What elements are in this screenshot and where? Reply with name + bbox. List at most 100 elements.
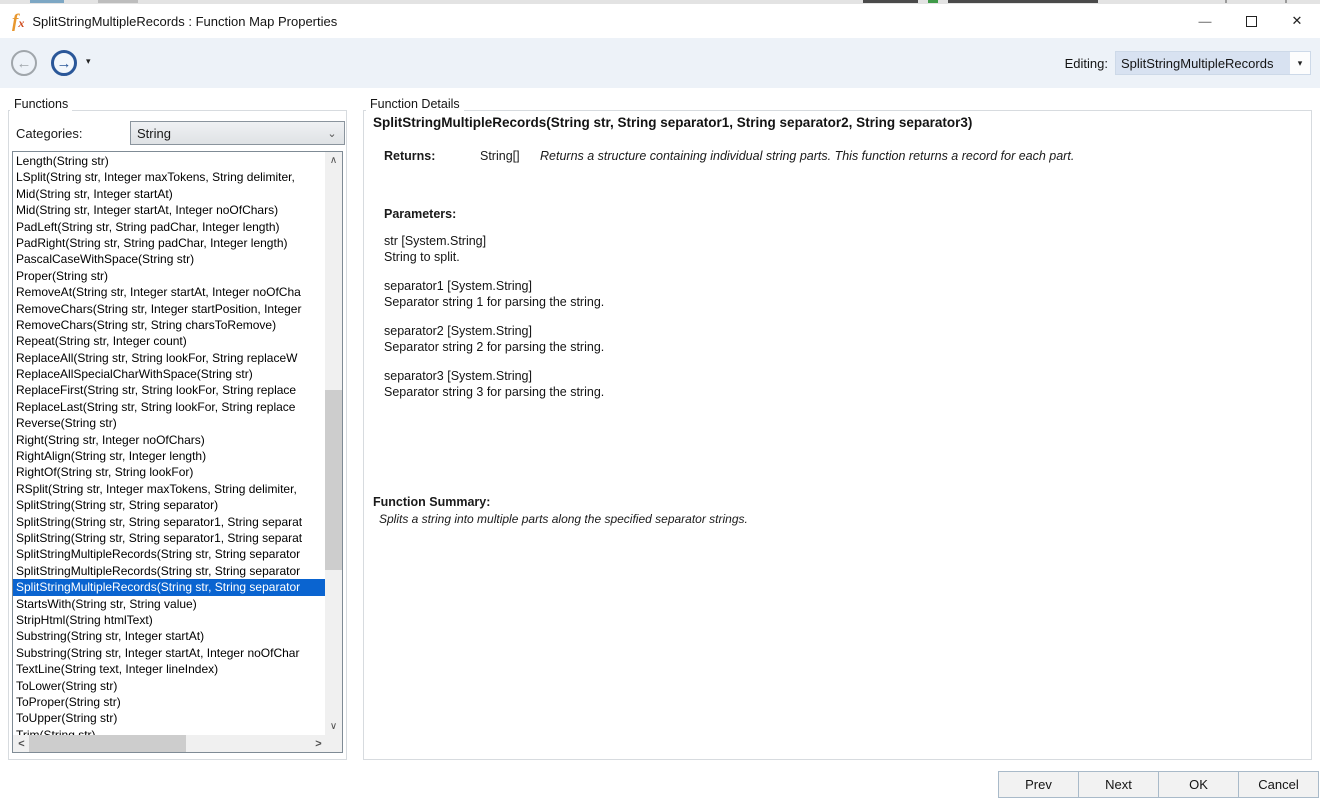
list-item[interactable]: LSplit(String str, Integer maxTokens, St… bbox=[13, 169, 325, 185]
function-summary-text: Splits a string into multiple parts alon… bbox=[379, 512, 748, 526]
maximize-button[interactable] bbox=[1228, 4, 1274, 38]
forward-dropdown-caret[interactable]: ▾ bbox=[86, 56, 91, 67]
horizontal-scrollbar[interactable]: < > bbox=[13, 735, 327, 752]
list-item[interactable]: Substring(String str, Integer startAt) bbox=[13, 628, 325, 644]
maximize-icon bbox=[1245, 15, 1257, 27]
list-item[interactable]: RSplit(String str, Integer maxTokens, St… bbox=[13, 481, 325, 497]
list-item[interactable]: SplitStringMultipleRecords(String str, S… bbox=[13, 563, 325, 579]
scroll-down-icon[interactable]: ∨ bbox=[325, 718, 342, 735]
parameter-description: Separator string 1 for parsing the strin… bbox=[384, 295, 605, 309]
function-list: Length(String str) LSplit(String str, Int… bbox=[13, 152, 325, 735]
scroll-up-icon[interactable]: ∧ bbox=[325, 152, 342, 169]
parameters-label: Parameters: bbox=[384, 207, 457, 221]
function-signature: SplitStringMultipleRecords(String str, S… bbox=[373, 115, 973, 130]
categories-label: Categories: bbox=[16, 126, 83, 141]
scrollbar-corner bbox=[325, 735, 342, 752]
list-item[interactable]: SplitStringMultipleRecords(String str, S… bbox=[13, 579, 325, 596]
list-item[interactable]: PadLeft(String str, String padChar, Inte… bbox=[13, 219, 325, 235]
list-item[interactable]: ReplaceAll(String str, String lookFor, S… bbox=[13, 350, 325, 366]
background-window-fragment bbox=[928, 0, 938, 3]
parameter-block: separator3 [System.String] Separator stri… bbox=[384, 368, 604, 400]
returns-description: Returns a structure containing individua… bbox=[540, 149, 1075, 163]
list-item[interactable]: PascalCaseWithSpace(String str) bbox=[13, 251, 325, 267]
list-item[interactable]: RightAlign(String str, Integer length) bbox=[13, 448, 325, 464]
list-item[interactable]: Reverse(String str) bbox=[13, 415, 325, 431]
list-item[interactable]: StripHtml(String htmlText) bbox=[13, 612, 325, 628]
scroll-left-icon[interactable]: < bbox=[13, 735, 30, 752]
background-window-fragment bbox=[98, 0, 138, 3]
minimize-icon: — bbox=[1198, 13, 1212, 29]
horizontal-scrollbar-thumb[interactable] bbox=[29, 735, 186, 752]
editing-function-dropdown[interactable]: SplitStringMultipleRecords ▾ bbox=[1115, 51, 1311, 75]
list-item[interactable]: Proper(String str) bbox=[13, 268, 325, 284]
categories-dropdown[interactable]: String ⌄ bbox=[130, 121, 345, 145]
next-button[interactable]: Next bbox=[1078, 771, 1159, 798]
list-item[interactable]: SplitString(String str, String separator… bbox=[13, 514, 325, 530]
function-listbox: Length(String str) LSplit(String str, Int… bbox=[12, 151, 343, 753]
function-details-group-label: Function Details bbox=[366, 97, 464, 111]
list-item[interactable]: SplitStringMultipleRecords(String str, S… bbox=[13, 546, 325, 562]
parameter-description: Separator string 2 for parsing the strin… bbox=[384, 340, 605, 354]
list-item[interactable]: Substring(String str, Integer startAt, I… bbox=[13, 645, 325, 661]
forward-button[interactable]: → bbox=[51, 50, 77, 76]
forward-arrow-icon: → bbox=[56, 54, 72, 72]
footer-button-bar: Prev Next OK Cancel bbox=[998, 771, 1319, 798]
list-item[interactable]: SplitString(String str, String separator… bbox=[13, 530, 325, 546]
background-window-fragment bbox=[1225, 0, 1227, 3]
list-item[interactable]: ReplaceAllSpecialCharWithSpace(String st… bbox=[13, 366, 325, 382]
close-icon: ✕ bbox=[1291, 13, 1303, 28]
list-item[interactable]: Trim(String str) bbox=[13, 727, 325, 735]
background-window-fragment bbox=[863, 0, 918, 3]
background-window-fragment bbox=[30, 0, 64, 3]
list-item[interactable]: ReplaceLast(String str, String lookFor, … bbox=[13, 399, 325, 415]
parameter-description: Separator string 3 for parsing the strin… bbox=[384, 385, 605, 399]
back-button[interactable]: ← bbox=[11, 50, 37, 76]
categories-value: String bbox=[137, 125, 171, 141]
close-button[interactable]: ✕ bbox=[1274, 4, 1320, 38]
fx-function-icon: fx bbox=[12, 10, 25, 32]
chevron-down-icon[interactable]: ▾ bbox=[1290, 52, 1310, 74]
list-item[interactable]: TextLine(String text, Integer lineIndex) bbox=[13, 661, 325, 677]
title-bar: fx SplitStringMultipleRecords : Function… bbox=[0, 4, 1320, 38]
list-item[interactable]: SplitString(String str, String separator… bbox=[13, 497, 325, 513]
vertical-scrollbar-thumb[interactable] bbox=[325, 390, 342, 570]
list-item[interactable]: ReplaceFirst(String str, String lookFor,… bbox=[13, 382, 325, 398]
toolbar: ← → ▾ Editing: SplitStringMultipleRecord… bbox=[0, 38, 1320, 88]
list-item[interactable]: Repeat(String str, Integer count) bbox=[13, 333, 325, 349]
parameter-block: separator2 [System.String] Separator stri… bbox=[384, 323, 604, 355]
list-item[interactable]: Mid(String str, Integer startAt, Integer… bbox=[13, 202, 325, 218]
parameter-block: separator1 [System.String] Separator stri… bbox=[384, 278, 604, 310]
window-controls: — ✕ bbox=[1182, 4, 1320, 38]
returns-type: String[] bbox=[480, 149, 520, 163]
list-item[interactable]: Mid(String str, Integer startAt) bbox=[13, 186, 325, 202]
list-item[interactable]: ToProper(String str) bbox=[13, 694, 325, 710]
prev-button[interactable]: Prev bbox=[998, 771, 1079, 798]
parameter-description: String to split. bbox=[384, 250, 460, 264]
list-item[interactable]: Length(String str) bbox=[13, 153, 325, 169]
list-item[interactable]: RemoveChars(String str, String charsToRe… bbox=[13, 317, 325, 333]
background-window-fragment bbox=[948, 0, 1098, 3]
list-item[interactable]: ToLower(String str) bbox=[13, 678, 325, 694]
vertical-scrollbar[interactable]: ∧ ∨ bbox=[325, 152, 342, 735]
list-item[interactable]: ToUpper(String str) bbox=[13, 710, 325, 726]
editing-label: Editing: bbox=[1064, 55, 1108, 71]
ok-button[interactable]: OK bbox=[1158, 771, 1239, 798]
list-item[interactable]: RemoveAt(String str, Integer startAt, In… bbox=[13, 284, 325, 300]
list-item[interactable]: Right(String str, Integer noOfChars) bbox=[13, 432, 325, 448]
function-summary-label: Function Summary: bbox=[373, 495, 491, 509]
list-item[interactable]: RightOf(String str, String lookFor) bbox=[13, 464, 325, 480]
function-details-groupbox: SplitStringMultipleRecords(String str, S… bbox=[363, 110, 1312, 760]
parameter-name: separator2 [System.String] bbox=[384, 324, 532, 338]
chevron-down-icon: ⌄ bbox=[327, 127, 337, 140]
parameter-name: separator1 [System.String] bbox=[384, 279, 532, 293]
parameter-block: str [System.String] String to split. bbox=[384, 233, 604, 265]
minimize-button[interactable]: — bbox=[1182, 4, 1228, 38]
list-item[interactable]: PadRight(String str, String padChar, Int… bbox=[13, 235, 325, 251]
background-window-fragment bbox=[1285, 0, 1287, 3]
list-item[interactable]: RemoveChars(String str, Integer startPos… bbox=[13, 301, 325, 317]
parameter-name: str [System.String] bbox=[384, 234, 487, 248]
cancel-button[interactable]: Cancel bbox=[1238, 771, 1319, 798]
back-arrow-icon: ← bbox=[16, 54, 32, 72]
list-item[interactable]: StartsWith(String str, String value) bbox=[13, 596, 325, 612]
parameter-name: separator3 [System.String] bbox=[384, 369, 532, 383]
